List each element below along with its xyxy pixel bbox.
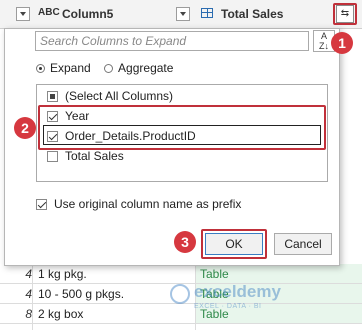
total-sales-header[interactable]: Total Sales (221, 7, 283, 21)
prefix-checkbox[interactable] (36, 199, 47, 210)
search-input[interactable] (40, 33, 300, 49)
mode-radio-group: Expand Aggregate (36, 61, 183, 77)
list-item-label: Total Sales (65, 149, 124, 163)
expand-radio[interactable] (36, 64, 45, 73)
row-number: 4 (25, 287, 32, 301)
expand-columns-popup: AZ↓ Expand Aggregate (Select All Columns… (4, 28, 340, 266)
aggregate-radio-label[interactable]: Aggregate (118, 61, 173, 75)
column5-filter-dropdown[interactable] (176, 7, 190, 21)
row-column5: 1 kg pkg. (38, 267, 87, 281)
row-number: 4 (25, 267, 32, 281)
sort-az-icon: A Z↓ (319, 31, 329, 51)
aggregate-radio[interactable] (104, 64, 114, 73)
column5-header[interactable]: Column5 (62, 7, 113, 21)
list-item-label: (Select All Columns) (65, 89, 174, 103)
table-type-icon[interactable] (201, 8, 213, 18)
watermark: exceldemy EXCEL · DATA · BI (170, 278, 300, 318)
text-type-icon[interactable]: ABC (38, 7, 60, 18)
prefix-label: Use original column name as prefix (54, 197, 242, 211)
list-item-total-sales[interactable]: Total Sales (47, 149, 124, 165)
expand-radio-label[interactable]: Expand (50, 61, 91, 75)
select-all-checkbox[interactable] (47, 91, 58, 102)
row-column5: 2 kg box (38, 307, 84, 321)
row-column5: 10 - 500 g pkgs. (38, 287, 125, 301)
watermark-name: exceldemy (194, 282, 281, 301)
column-header-row: ABC Column5 Total Sales ⇆ (0, 0, 362, 29)
step-badge-2: 2 (14, 117, 36, 139)
watermark-tagline: EXCEL · DATA · BI (194, 303, 262, 310)
step-badge-3: 3 (174, 231, 196, 253)
list-item-select-all[interactable]: (Select All Columns) (47, 89, 173, 105)
highlight-box-expand (333, 3, 357, 25)
search-box[interactable] (35, 31, 309, 51)
watermark-logo-icon (170, 284, 190, 304)
column-filter-dropdown[interactable] (16, 7, 30, 21)
step-badge-1: 1 (331, 32, 353, 54)
highlight-box-ok (201, 229, 267, 259)
prefix-option[interactable]: Use original column name as prefix (36, 197, 241, 211)
highlight-box-columns (38, 105, 326, 150)
total-sales-checkbox[interactable] (47, 151, 58, 162)
cancel-button[interactable]: Cancel (274, 233, 332, 255)
row-number: 8 (25, 307, 32, 321)
